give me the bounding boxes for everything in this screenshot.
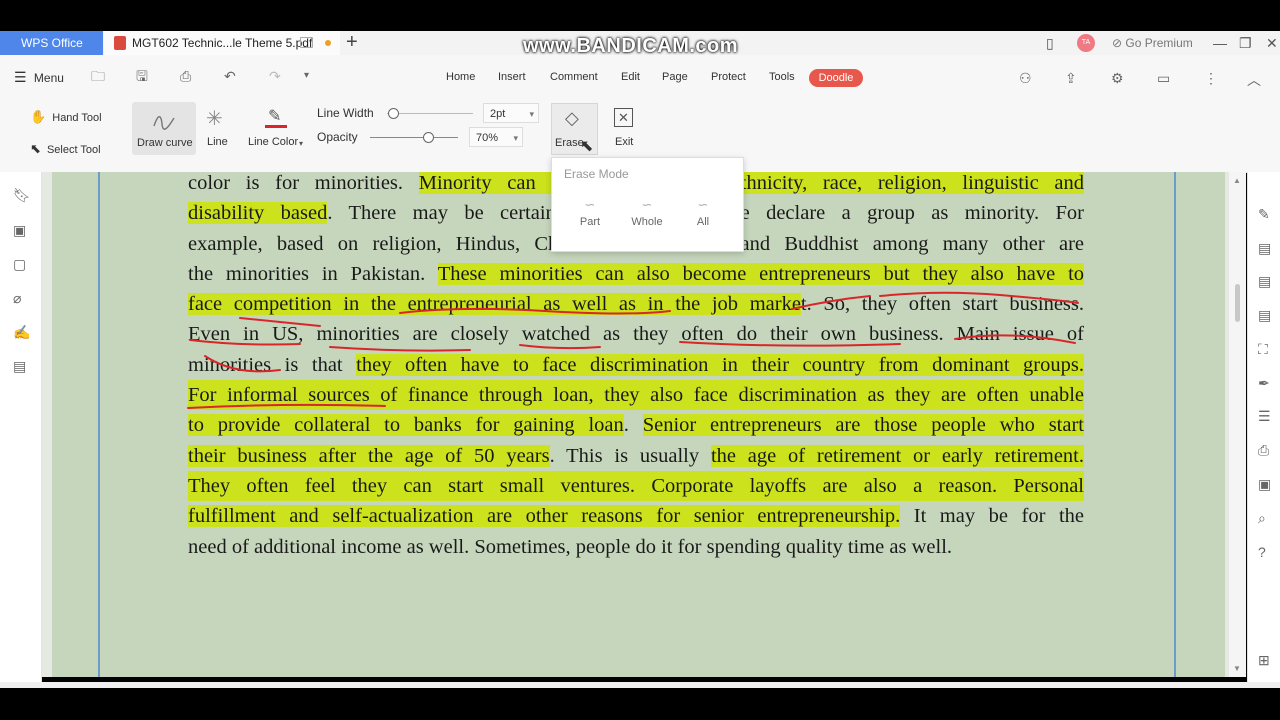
doodle-stroke: [519, 344, 601, 350]
doodle-stroke: [399, 307, 671, 315]
scroll-down-icon[interactable]: ▼: [1233, 664, 1241, 673]
erase-mode-label: Part: [579, 216, 601, 228]
scroll-up-icon[interactable]: ▲: [1233, 176, 1241, 185]
pdf-to-word-icon[interactable]: ▤: [1258, 240, 1271, 257]
split-icon[interactable]: ☰: [1258, 408, 1271, 425]
doodle-ink-layer: [187, 291, 1079, 409]
compress-icon[interactable]: ▣: [1258, 476, 1271, 493]
erase-mode-title: Erase Mode: [564, 167, 629, 181]
scrollbar-thumb[interactable]: [1235, 284, 1240, 322]
wave-icon: ∽: [641, 197, 653, 212]
grid-icon[interactable]: ⊞: [1258, 652, 1270, 669]
status-bar: [0, 682, 1280, 688]
search-icon[interactable]: ⌕: [1258, 510, 1266, 527]
pdf-to-excel-icon[interactable]: ▤: [1258, 273, 1271, 290]
doodle-stroke: [329, 346, 471, 352]
edit-text-icon[interactable]: ✎: [1258, 206, 1270, 223]
right-sidebar: ✎ ▤ ▤ ▤ ⛶ ✒ ☰ ⎙ ▣ ⌕ ? ⊞: [1247, 172, 1280, 682]
print-side-icon[interactable]: ⎙: [1258, 442, 1269, 459]
doodle-stroke: [187, 403, 386, 409]
doodle-stroke: [679, 341, 901, 347]
wave-icon: ∽: [697, 197, 709, 212]
doodle-stroke: [954, 334, 1076, 344]
erase-mode-label: All: [696, 216, 710, 228]
doodle-stroke: [204, 355, 281, 373]
erase-mode-popup: Erase Mode ∽ Part ∽ Whole ∽ All: [551, 157, 744, 252]
doodle-stroke: [879, 291, 1079, 304]
vertical-scrollbar[interactable]: ▲ ▼: [1229, 172, 1246, 677]
erase-mode-label: Whole: [631, 216, 663, 228]
crop-icon[interactable]: ⛶: [1258, 341, 1268, 358]
doodle-stroke: [791, 295, 871, 310]
doodle-stroke: [239, 317, 321, 327]
pdf-to-ppt-icon[interactable]: ▤: [1258, 307, 1271, 324]
help-icon[interactable]: ?: [1258, 544, 1266, 560]
erase-mode-all[interactable]: ∽ All: [681, 197, 725, 229]
highlight-pen-icon[interactable]: ✒: [1258, 375, 1270, 392]
doodle-stroke: [189, 339, 301, 346]
wave-icon: ∽: [584, 197, 596, 212]
erase-mode-part[interactable]: ∽ Part: [568, 197, 612, 229]
erase-mode-whole[interactable]: ∽ Whole: [625, 197, 669, 229]
